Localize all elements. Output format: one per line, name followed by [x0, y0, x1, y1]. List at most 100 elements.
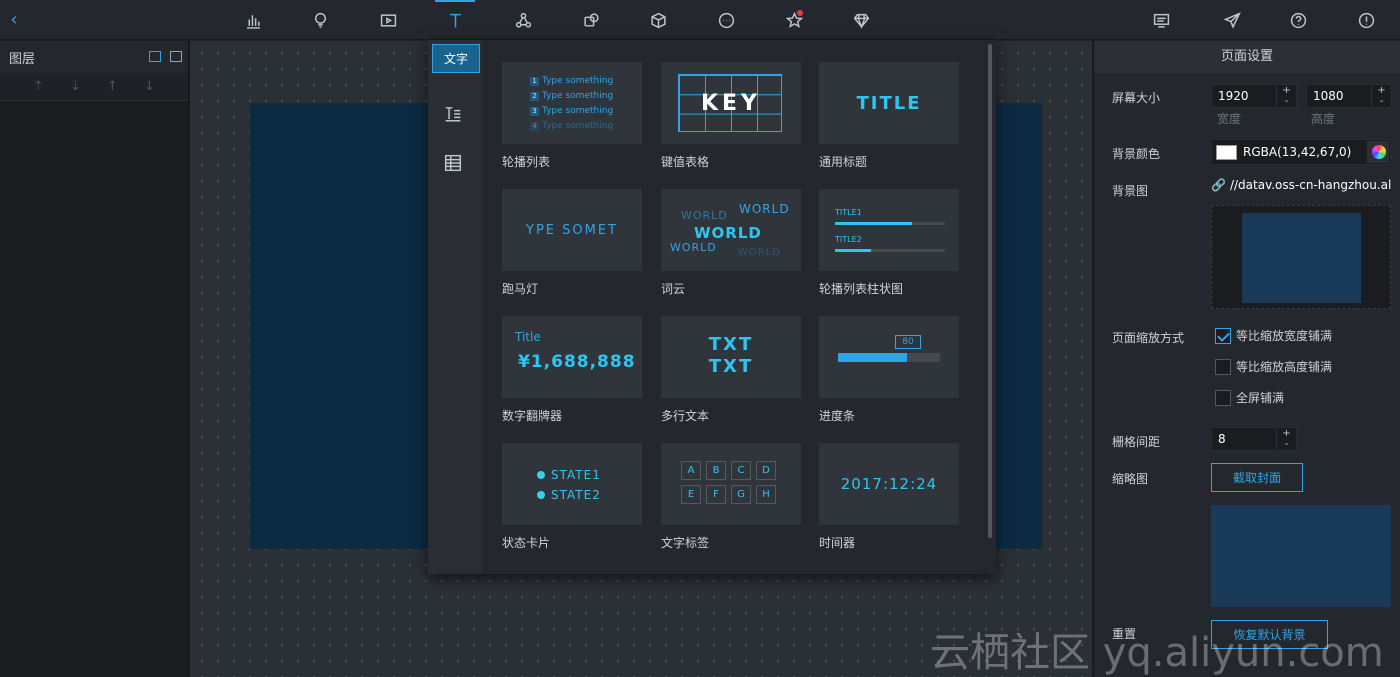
move-bottom-icon[interactable]: ⇣ [66, 79, 86, 94]
component-key-value-table[interactable]: KEY 键值表格 [661, 62, 801, 170]
component-label: 词云 [661, 282, 686, 296]
component-multiline-text[interactable]: TXT TXT 多行文本 [661, 316, 801, 424]
bg-image-preview [1242, 213, 1361, 303]
component-carousel-list[interactable]: 1 Type something 2 Type something 3 Type so… [502, 62, 642, 170]
component-word-cloud[interactable]: WORLD WORLD WORLD WORLD WORLD 词云 [661, 189, 801, 297]
text-icon[interactable] [435, 0, 475, 40]
width-sublabel: 宽度 [1217, 112, 1242, 126]
component-label: 进度条 [819, 409, 856, 423]
popup-category-sidebar: 文字 [428, 40, 482, 574]
component-progress-bar[interactable]: 80 进度条 [819, 316, 959, 424]
media-icon[interactable] [368, 0, 408, 40]
gem-icon[interactable] [841, 0, 881, 40]
network-icon[interactable] [503, 0, 543, 40]
component-carousel-bar-chart[interactable]: TITLE1 TITLE2 轮播列表柱状图 [819, 189, 959, 297]
decrement-button[interactable]: - [1277, 96, 1296, 107]
progress-fill [838, 353, 908, 362]
more-icon[interactable] [706, 0, 746, 40]
progress-value: 80 [895, 335, 921, 349]
component-label: 通用标题 [819, 155, 868, 169]
popup-scrollbar[interactable] [988, 44, 992, 538]
component-label: 多行文本 [661, 409, 710, 423]
thumbnail-preview [1211, 505, 1391, 607]
tag: B [706, 461, 726, 480]
component-general-title[interactable]: TITLE 通用标题 [819, 62, 959, 170]
watermark-text: 云栖社区 yq.aliyun.com [930, 630, 1384, 676]
move-down-icon[interactable]: ↓ [140, 79, 160, 94]
progress-track [838, 353, 940, 362]
component-number-flipper[interactable]: Title ¥1,688,888 数字翻牌器 [502, 316, 642, 424]
tag: G [731, 485, 751, 504]
help-icon[interactable] [1278, 0, 1318, 40]
bg-color-value[interactable]: RGBA(13,42,67,0) [1243, 145, 1351, 159]
thumbnail-label: 缩略图 [1112, 472, 1149, 486]
category-text-tab[interactable]: 文字 [432, 44, 480, 73]
zoom-option-fit-width[interactable]: 等比缩放宽度铺满 [1215, 327, 1332, 344]
component-label: 时间器 [819, 536, 856, 550]
link-icon: 🔗 [1211, 178, 1226, 192]
grid-spacing-label: 栅格间距 [1112, 435, 1161, 449]
layer-tools: ⇡ ⇣ ↑ ↓ [0, 73, 188, 101]
decrement-button[interactable]: - [1277, 439, 1296, 450]
component-timer[interactable]: 2017:12:24 时间器 [819, 443, 959, 551]
timer-thumbnail: 2017:12:24 [819, 443, 959, 525]
state-item: STATE2 [537, 488, 601, 502]
cloud-word: WORLD [738, 247, 781, 258]
chevron-left-icon[interactable]: ‹ [6, 10, 22, 30]
word-cloud-thumbnail: WORLD WORLD WORLD WORLD WORLD [661, 189, 801, 271]
checkbox[interactable] [1215, 389, 1231, 406]
timer-text: 2017:12:24 [840, 475, 938, 493]
component-label: 轮播列表 [502, 155, 551, 169]
bar-fill [835, 222, 912, 225]
bar-label: TITLE2 [835, 235, 862, 244]
tag: H [756, 485, 776, 504]
height-input[interactable]: 1080 + - [1306, 84, 1392, 108]
component-label: 跑马灯 [502, 282, 539, 296]
component-status-card[interactable]: STATE1 STATE2 状态卡片 [502, 443, 642, 551]
increment-button[interactable]: + [1277, 428, 1296, 439]
marquee-thumbnail: YPE SOMET [502, 189, 642, 271]
zoom-option-fit-height[interactable]: 等比缩放高度铺满 [1215, 358, 1332, 375]
grid-view-icon[interactable] [170, 51, 182, 62]
move-top-icon[interactable]: ⇡ [29, 79, 49, 94]
width-input[interactable]: 1920 + - [1211, 84, 1297, 108]
cube-icon[interactable] [638, 0, 678, 40]
send-icon[interactable] [1212, 0, 1252, 40]
bg-image-url[interactable]: 🔗//datav.oss-cn-hangzhou.ali [1211, 178, 1391, 202]
grid-spacing-input[interactable]: 8 + - [1211, 427, 1297, 451]
checkbox[interactable] [1215, 327, 1231, 344]
table-icon[interactable] [442, 152, 464, 174]
layers-icon[interactable] [571, 0, 611, 40]
info-icon[interactable] [1346, 0, 1386, 40]
checkbox[interactable] [1215, 358, 1231, 375]
message-icon[interactable] [1141, 0, 1181, 40]
cloud-word: WORLD [739, 202, 790, 216]
list-view-icon[interactable] [149, 51, 161, 62]
move-up-icon[interactable]: ↑ [103, 79, 123, 94]
tag: E [681, 485, 701, 504]
flipper-value: ¥1,688,888 [518, 352, 636, 372]
bar-chart-icon[interactable] [233, 0, 273, 40]
page-settings-panel: 页面设置 屏幕大小 1920 + - 1080 + - 宽度 高度 背景颜色 RGB… [1093, 41, 1400, 677]
tag: C [731, 461, 751, 480]
favorite-icon[interactable] [774, 0, 814, 40]
title-text: TITLE [856, 92, 922, 114]
layer-panel-title: 图层 [9, 51, 36, 67]
text-list-icon[interactable] [442, 103, 464, 125]
zoom-option-fullscreen[interactable]: 全屏铺满 [1215, 389, 1284, 406]
decrement-button[interactable]: - [1372, 96, 1391, 107]
top-toolbar: ‹ [0, 0, 1400, 40]
capture-cover-button[interactable]: 截取封面 [1211, 463, 1303, 492]
component-marquee[interactable]: YPE SOMET 跑马灯 [502, 189, 642, 297]
bg-color-input[interactable]: RGBA(13,42,67,0) [1211, 139, 1391, 165]
component-text-tags[interactable]: A B C D E F G H 文字标签 [661, 443, 801, 551]
increment-button[interactable]: + [1372, 85, 1391, 96]
number-flipper-thumbnail: Title ¥1,688,888 [502, 316, 642, 398]
key-text: KEY [700, 90, 761, 116]
increment-button[interactable]: + [1277, 85, 1296, 96]
component-label: 状态卡片 [502, 536, 551, 550]
bg-image-dropzone[interactable] [1211, 205, 1391, 309]
map-pin-icon[interactable] [300, 0, 340, 40]
color-picker-icon[interactable] [1367, 141, 1389, 163]
text-line: TXT [708, 356, 754, 377]
